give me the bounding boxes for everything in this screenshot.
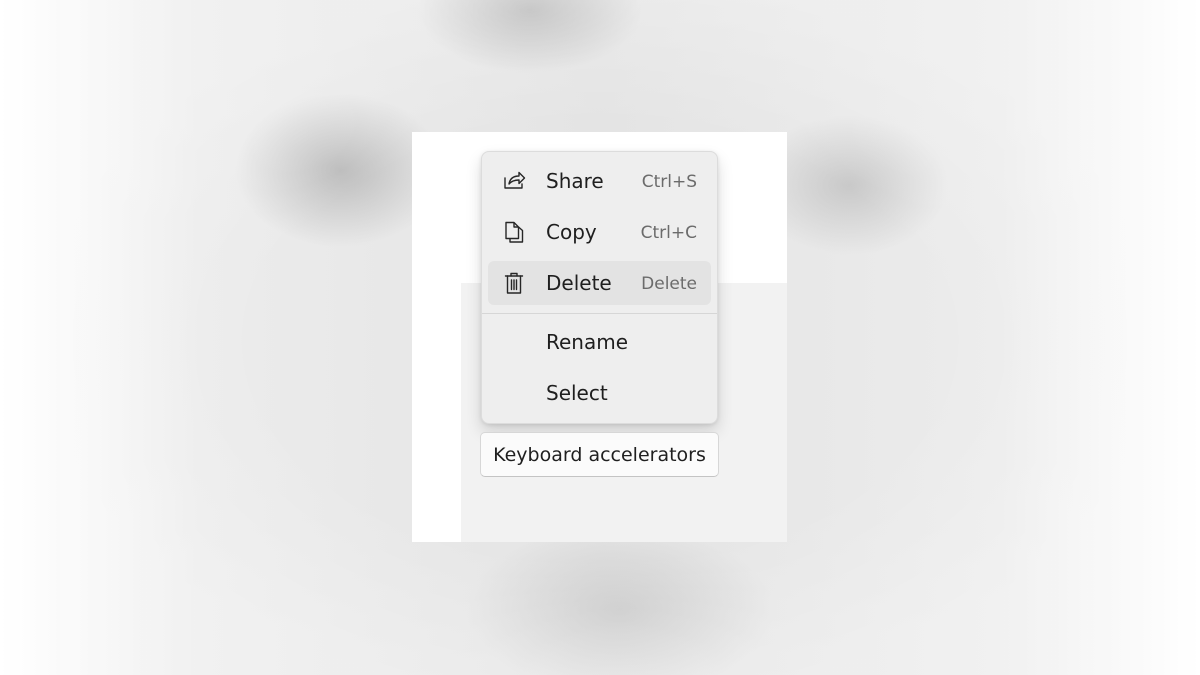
copy-icon: [502, 220, 526, 244]
menu-item-accelerator: Ctrl+C: [640, 223, 697, 243]
menu-item-rename[interactable]: Rename: [488, 320, 711, 364]
menu-item-select[interactable]: Select: [488, 371, 711, 415]
menu-separator: [482, 313, 717, 314]
menu-item-copy[interactable]: Copy Ctrl+C: [488, 210, 711, 254]
app-window: Share Ctrl+S Copy Ctrl+C Delete Delete R…: [412, 132, 787, 542]
menu-item-accelerator: Delete: [641, 274, 697, 294]
menu-item-label: Delete: [546, 271, 612, 295]
delete-icon: [502, 271, 526, 295]
menu-item-label: Select: [546, 381, 608, 405]
menu-item-share[interactable]: Share Ctrl+S: [488, 159, 711, 203]
context-menu: Share Ctrl+S Copy Ctrl+C Delete Delete R…: [481, 151, 718, 424]
keyboard-accelerators-button[interactable]: Keyboard accelerators: [480, 432, 719, 477]
share-icon: [502, 169, 526, 193]
menu-item-label: Copy: [546, 220, 597, 244]
menu-item-delete[interactable]: Delete Delete: [488, 261, 711, 305]
menu-item-label: Rename: [546, 330, 629, 354]
menu-item-label: Share: [546, 169, 604, 193]
menu-item-accelerator: Ctrl+S: [641, 172, 697, 192]
